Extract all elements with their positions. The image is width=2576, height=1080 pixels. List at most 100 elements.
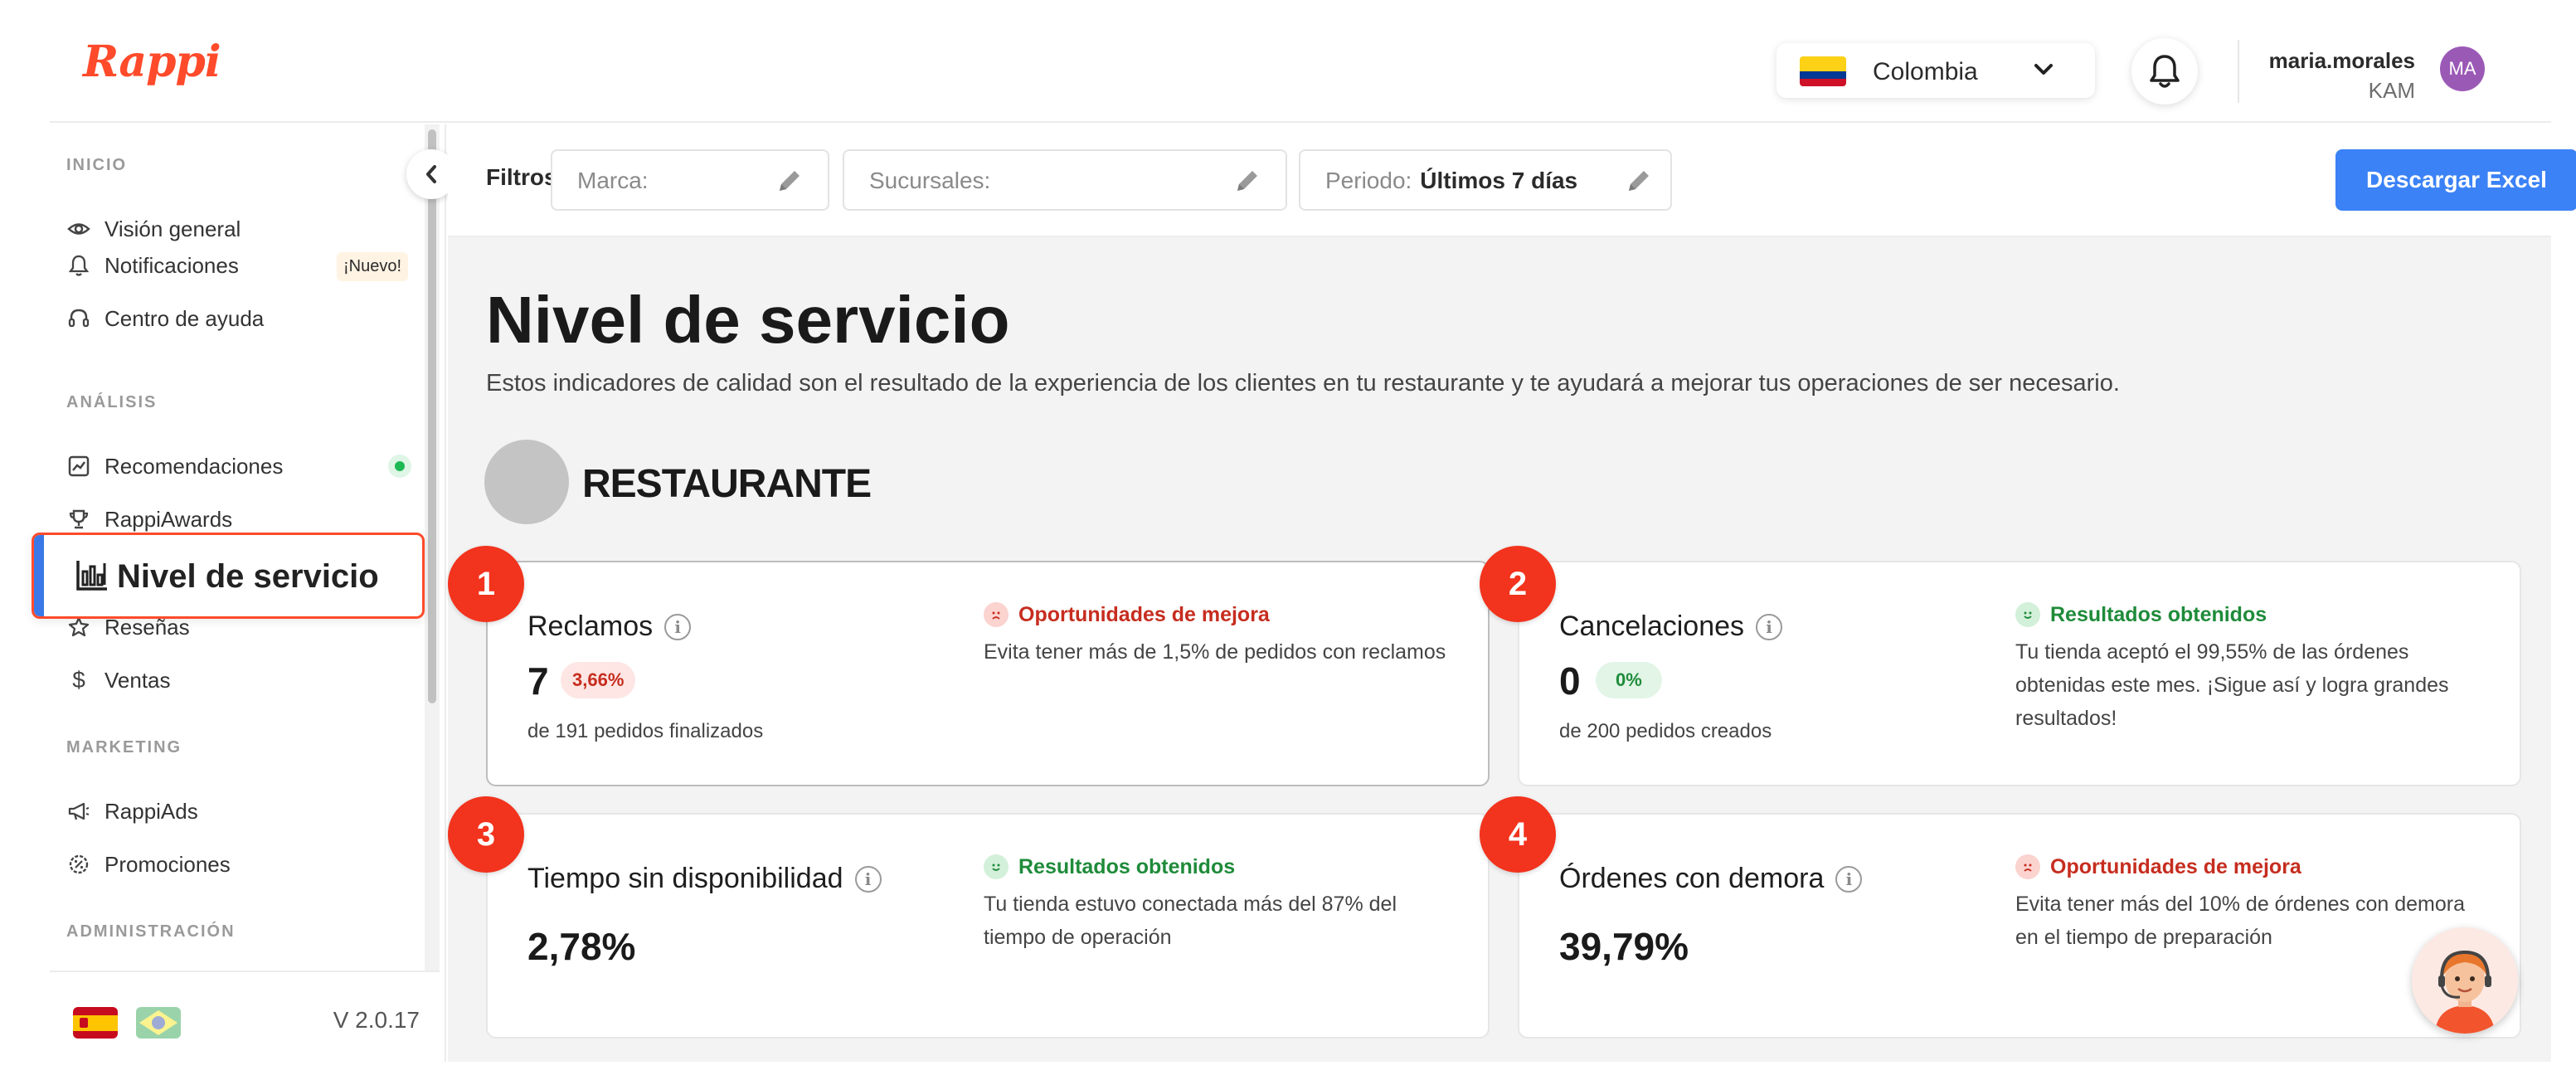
sidebar-item-label: Visión general [104,216,241,241]
period-filter-value: Últimos 7 días [1420,168,1578,193]
chevron-left-icon [426,165,436,183]
bell-icon [2150,55,2180,88]
period-filter-label: Periodo: [1325,168,1412,193]
percentage-badge: 0% [1596,662,1662,698]
colombia-flag-icon [1800,56,1846,86]
card-subtext: de 200 pedidos creados [1559,720,1772,742]
sidebar-item-label: Recomendaciones [104,453,284,479]
section-label-analisis: ANÁLISIS [66,393,158,411]
sidebar-scrollbar[interactable] [425,124,440,971]
chart-trend-icon [66,454,91,479]
sidebar-item-centro-de-ayuda[interactable]: Centro de ayuda [66,302,415,335]
status-description: Evita tener más del 10% de órdenes con d… [2015,893,2465,949]
step-marker-2: 2 [1480,546,1556,622]
percentage-badge: 3,66% [561,662,636,698]
info-icon[interactable]: i [1835,865,1863,893]
pencil-icon [1237,171,1257,191]
card-title: Órdenes con demora [1559,863,1825,894]
chevron-down-icon [2034,64,2053,75]
app-window: Rappi Colombia maria.morales KAM MA INIC… [32,0,2576,1062]
megaphone-icon [66,799,91,824]
info-icon[interactable]: i [1756,613,1783,640]
app-version: V 2.0.17 [333,1007,420,1033]
step-marker-1: 1 [448,546,524,622]
sidebar-item-ventas[interactable]: $ Ventas [66,664,415,697]
metric-card-ordenes-con-demora[interactable]: Órdenes con demora i 39,79% Oportunidades… [1518,813,2521,1039]
sidebar-item-notificaciones[interactable]: Notificaciones ¡Nuevo! [66,249,415,282]
status-description: Tu tienda aceptó el 99,55% de las órdene… [2015,640,2449,730]
sidebar-item-rappiawards[interactable]: RappiAwards [66,503,415,536]
dollar-icon: $ [72,667,85,693]
filters-label: Filtros [486,164,557,190]
status-label: Resultados obtenidos [1018,854,1236,878]
metric-card-reclamos[interactable]: Reclamos i 7 3,66% de 191 pedidos finaliz… [486,561,1490,786]
card-title: Cancelaciones [1559,611,1745,642]
card-value: 7 [527,659,549,703]
sidebar-item-vision-general[interactable]: Visión general [66,212,415,246]
sidebar-footer: V 2.0.17 [50,971,440,1062]
user-name: maria.morales [2268,48,2415,73]
notifications-button[interactable] [2131,38,2198,105]
support-assistant-button[interactable] [2412,927,2518,1034]
sidebar-item-label: Notificaciones [104,252,239,278]
sidebar-item-nivel-de-servicio[interactable]: Nivel de servicio [32,533,425,619]
brand-filter-label: Marca: [577,168,649,193]
brazil-flag-icon[interactable] [136,1007,181,1039]
scrollbar-thumb[interactable] [428,129,436,703]
pencil-icon [780,171,800,191]
avatar[interactable]: MA [2440,46,2485,91]
brand-filter[interactable]: Marca: [551,149,829,211]
section-label-marketing: MARKETING [66,738,182,756]
status-description: Tu tienda estuvo conectada más del 87% d… [984,893,1397,949]
sidebar-item-rappiads[interactable]: RappiAds [66,795,415,828]
card-title: Reclamos [527,611,654,642]
status-label: Oportunidades de mejora [1018,602,1270,626]
country-selector[interactable]: Colombia [1776,43,2095,98]
card-value: 39,79% [1559,925,1689,968]
user-role: KAM [2368,78,2415,103]
sidebar-item-label: Promociones [104,851,231,877]
card-title: Tiempo sin disponibilidad [527,863,843,894]
section-label-administracion: ADMINISTRACIÓN [66,922,236,941]
discount-badge-icon [66,852,91,877]
sidebar: INICIO Visión general Notificaciones ¡Nu… [32,124,456,1062]
top-header: Rappi Colombia maria.morales KAM MA [50,0,2551,123]
sidebar-item-recomendaciones[interactable]: Recomendaciones [66,450,415,483]
sad-face-icon [984,602,1009,627]
period-filter[interactable]: Periodo: Últimos 7 días [1299,149,1672,211]
step-marker-4: 4 [1480,796,1556,873]
branches-filter[interactable]: Sucursales: [843,149,1287,211]
metric-card-cancelaciones[interactable]: Cancelaciones i 0 0% de 200 pedidos cread… [1518,561,2521,786]
card-value: 0 [1559,659,1581,703]
sidebar-item-label: Ventas [104,667,171,693]
trophy-icon [66,507,91,532]
eye-icon [66,216,91,241]
restaurant-avatar [484,440,569,524]
restaurant-name: RESTAURANTE [582,462,872,506]
header-divider [2238,40,2239,103]
step-marker-3: 3 [448,796,524,873]
status-label: Oportunidades de mejora [2050,854,2301,878]
rappi-logo[interactable]: Rappi [83,36,221,87]
page-title: Nivel de servicio [486,283,1010,357]
status-description: Evita tener más de 1,5% de pedidos con r… [984,640,1446,664]
country-name: Colombia [1873,58,1978,85]
active-indicator [34,535,44,616]
smile-face-icon [984,854,1009,879]
sidebar-item-label: RappiAwards [104,506,233,532]
spain-flag-icon[interactable] [73,1007,118,1039]
branches-filter-label: Sucursales: [869,168,991,193]
filter-bar: Filtros Marca: Sucursales: Periodo: Últim… [448,124,2576,237]
info-icon[interactable]: i [664,613,692,640]
metric-card-tiempo-sin-disponibilidad[interactable]: Tiempo sin disponibilidad i 2,78% Resulta… [486,813,1490,1039]
info-icon[interactable]: i [854,865,882,893]
support-agent-icon [2412,927,2518,1034]
sidebar-item-label: RappiAds [104,798,198,824]
status-label: Resultados obtenidos [2050,602,2267,626]
sidebar-item-promociones[interactable]: Promociones [66,848,415,881]
smile-face-icon [2015,602,2040,627]
sidebar-item-label: Nivel de servicio [117,558,379,595]
section-label-inicio: INICIO [66,156,128,174]
download-excel-button[interactable]: Descargar Excel [2335,149,2576,211]
bar-chart-icon [76,561,107,591]
